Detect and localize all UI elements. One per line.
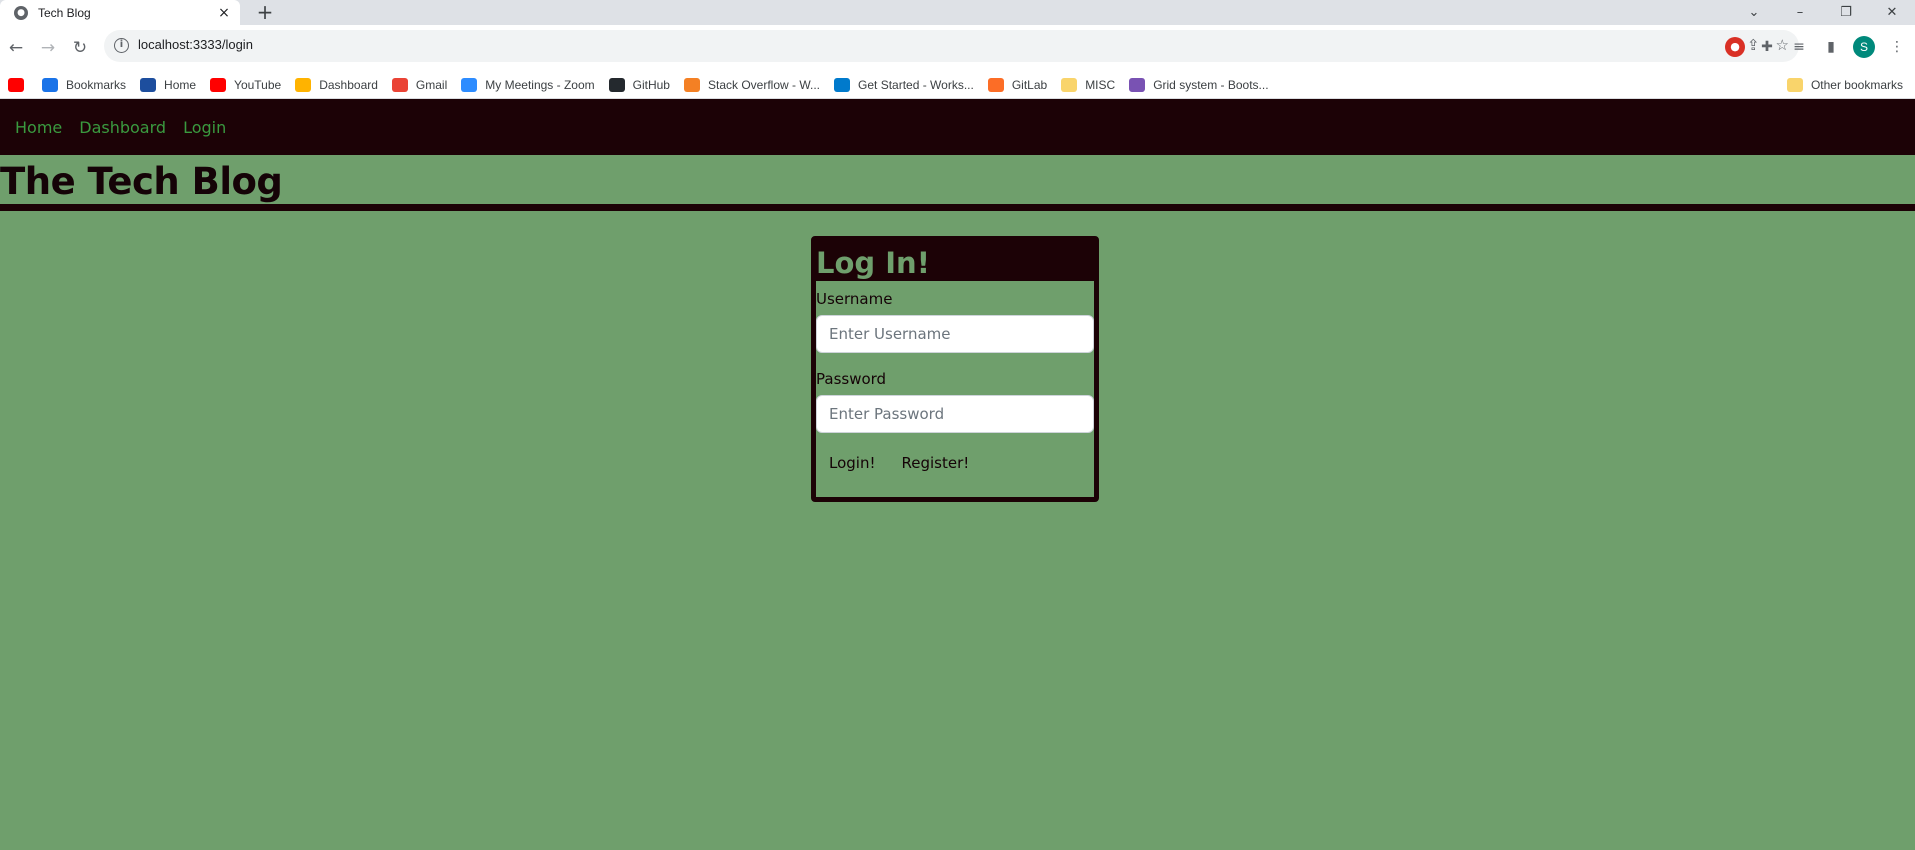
new-tab-button[interactable]: + — [254, 2, 276, 24]
restore-icon[interactable]: ❐ — [1823, 5, 1869, 20]
back-icon[interactable]: ← — [4, 36, 28, 60]
bookmark-label: Grid system - Boots... — [1153, 77, 1269, 92]
bookmark-item[interactable]: Dashboard — [295, 77, 378, 92]
bookmark-item[interactable]: My Meetings - Zoom — [461, 77, 595, 92]
login-heading: Log In! — [816, 246, 930, 280]
bookmark-item[interactable]: Gmail — [391, 77, 448, 92]
site-title: The Tech Blog — [0, 160, 283, 203]
username-input[interactable] — [816, 315, 1094, 353]
nav-home-link[interactable]: Home — [15, 118, 62, 137]
register-button[interactable]: Register! — [888, 452, 982, 474]
folder-icon — [1786, 78, 1803, 92]
other-bookmarks-label: Other bookmarks — [1810, 78, 1903, 92]
bookmark-label: Gmail — [415, 77, 448, 92]
url-text[interactable]: localhost:3333/login — [138, 37, 253, 52]
dashboard-icon — [295, 77, 312, 92]
github-icon — [608, 77, 625, 92]
login-button[interactable]: Login! — [816, 452, 888, 474]
site-navbar: Home Dashboard Login — [0, 99, 1915, 155]
browser-toolbar: ← → ↻ i localhost:3333/login ⇪ ☆ ● ✚ ≡ ▮… — [0, 25, 1915, 71]
bookmark-label: MISC — [1085, 77, 1116, 92]
gmail-icon — [391, 77, 408, 92]
form-actions: Login! Register! — [816, 452, 1094, 474]
password-input[interactable] — [816, 395, 1094, 433]
star-icon — [42, 77, 58, 92]
password-label: Password — [816, 370, 887, 388]
bookmark-label: GitLab — [1011, 77, 1048, 92]
bookmark-item[interactable]: Get Started - Works... — [834, 77, 974, 92]
bookmark-item[interactable]: Grid system - Boots... — [1129, 77, 1269, 92]
extensions-puzzle-icon[interactable]: ✚ — [1757, 37, 1777, 57]
bookmark-label: GitHub — [632, 77, 670, 92]
browser-tab[interactable]: ● Tech Blog × — [0, 0, 240, 25]
stackoverflow-icon — [683, 77, 700, 92]
tab-title: Tech Blog — [38, 5, 91, 20]
folder-icon — [1061, 77, 1078, 92]
login-card-header: Log In! — [816, 241, 1094, 281]
minimize-icon[interactable]: – — [1777, 5, 1823, 20]
vscode-icon — [834, 77, 851, 92]
address-bar[interactable]: i localhost:3333/login ⇪ ☆ — [104, 30, 1799, 62]
bookmark-item[interactable]: YouTube — [210, 77, 282, 92]
close-tab-icon[interactable]: × — [214, 5, 234, 21]
bookmark-label: Home — [164, 77, 197, 92]
youtube-icon — [210, 77, 227, 92]
bookmark-item[interactable]: Stack Overflow - W... — [683, 77, 821, 92]
bookmarks-bar: Bookmarks Home YouTube Dashboard Gmail My Mee… — [0, 71, 1915, 99]
bookmark-label: Stack Overflow - W... — [707, 77, 821, 92]
youtube-icon — [8, 77, 24, 92]
bookmark-label: My Meetings - Zoom — [485, 77, 595, 92]
extensions-area: ● ✚ ≡ ▮ S ⋮ — [1725, 36, 1907, 58]
bookmark-item[interactable]: GitLab — [987, 77, 1048, 92]
window-controls: ⌄ – ❐ ✕ — [1731, 0, 1915, 25]
site-info-icon[interactable]: i — [114, 38, 129, 53]
bookmark-label: Get Started - Works... — [858, 77, 974, 92]
gitlab-icon — [987, 77, 1004, 92]
adblock-icon[interactable]: ● — [1725, 37, 1745, 57]
nav-dashboard-link[interactable]: Dashboard — [79, 118, 166, 137]
bookmark-label: Bookmarks — [66, 77, 127, 92]
side-panel-icon[interactable]: ▮ — [1821, 37, 1841, 57]
bookmark-item[interactable]: Home — [140, 77, 197, 92]
zoom-icon — [461, 77, 478, 92]
tab-strip: ● Tech Blog × + ⌄ – ❐ ✕ — [0, 0, 1915, 25]
profile-avatar[interactable]: S — [1853, 36, 1875, 58]
reload-icon[interactable]: ↻ — [68, 36, 92, 60]
bookmark-label: Dashboard — [319, 77, 378, 92]
globe-icon: ● — [14, 5, 28, 20]
tab-search-icon[interactable]: ⌄ — [1731, 5, 1777, 20]
s-logo-icon — [140, 77, 157, 92]
bookmark-item[interactable]: Bookmarks — [42, 77, 127, 92]
forward-icon[interactable]: → — [36, 36, 60, 60]
media-icon[interactable]: ≡ — [1789, 37, 1809, 57]
close-window-icon[interactable]: ✕ — [1869, 5, 1915, 20]
bookmark-label: YouTube — [234, 77, 282, 92]
site-header: The Tech Blog — [0, 155, 1915, 211]
login-form-card: Log In! Username Password Login! Registe… — [811, 236, 1099, 502]
bootstrap-icon — [1129, 77, 1146, 92]
other-bookmarks[interactable]: Other bookmarks — [1786, 71, 1903, 99]
nav-login-link[interactable]: Login — [183, 118, 226, 137]
bookmark-item[interactable]: MISC — [1061, 77, 1116, 92]
menu-kebab-icon[interactable]: ⋮ — [1887, 37, 1907, 57]
username-label: Username — [816, 290, 893, 308]
bookmark-item[interactable]: GitHub — [608, 77, 670, 92]
bookmark-item[interactable] — [8, 77, 28, 92]
